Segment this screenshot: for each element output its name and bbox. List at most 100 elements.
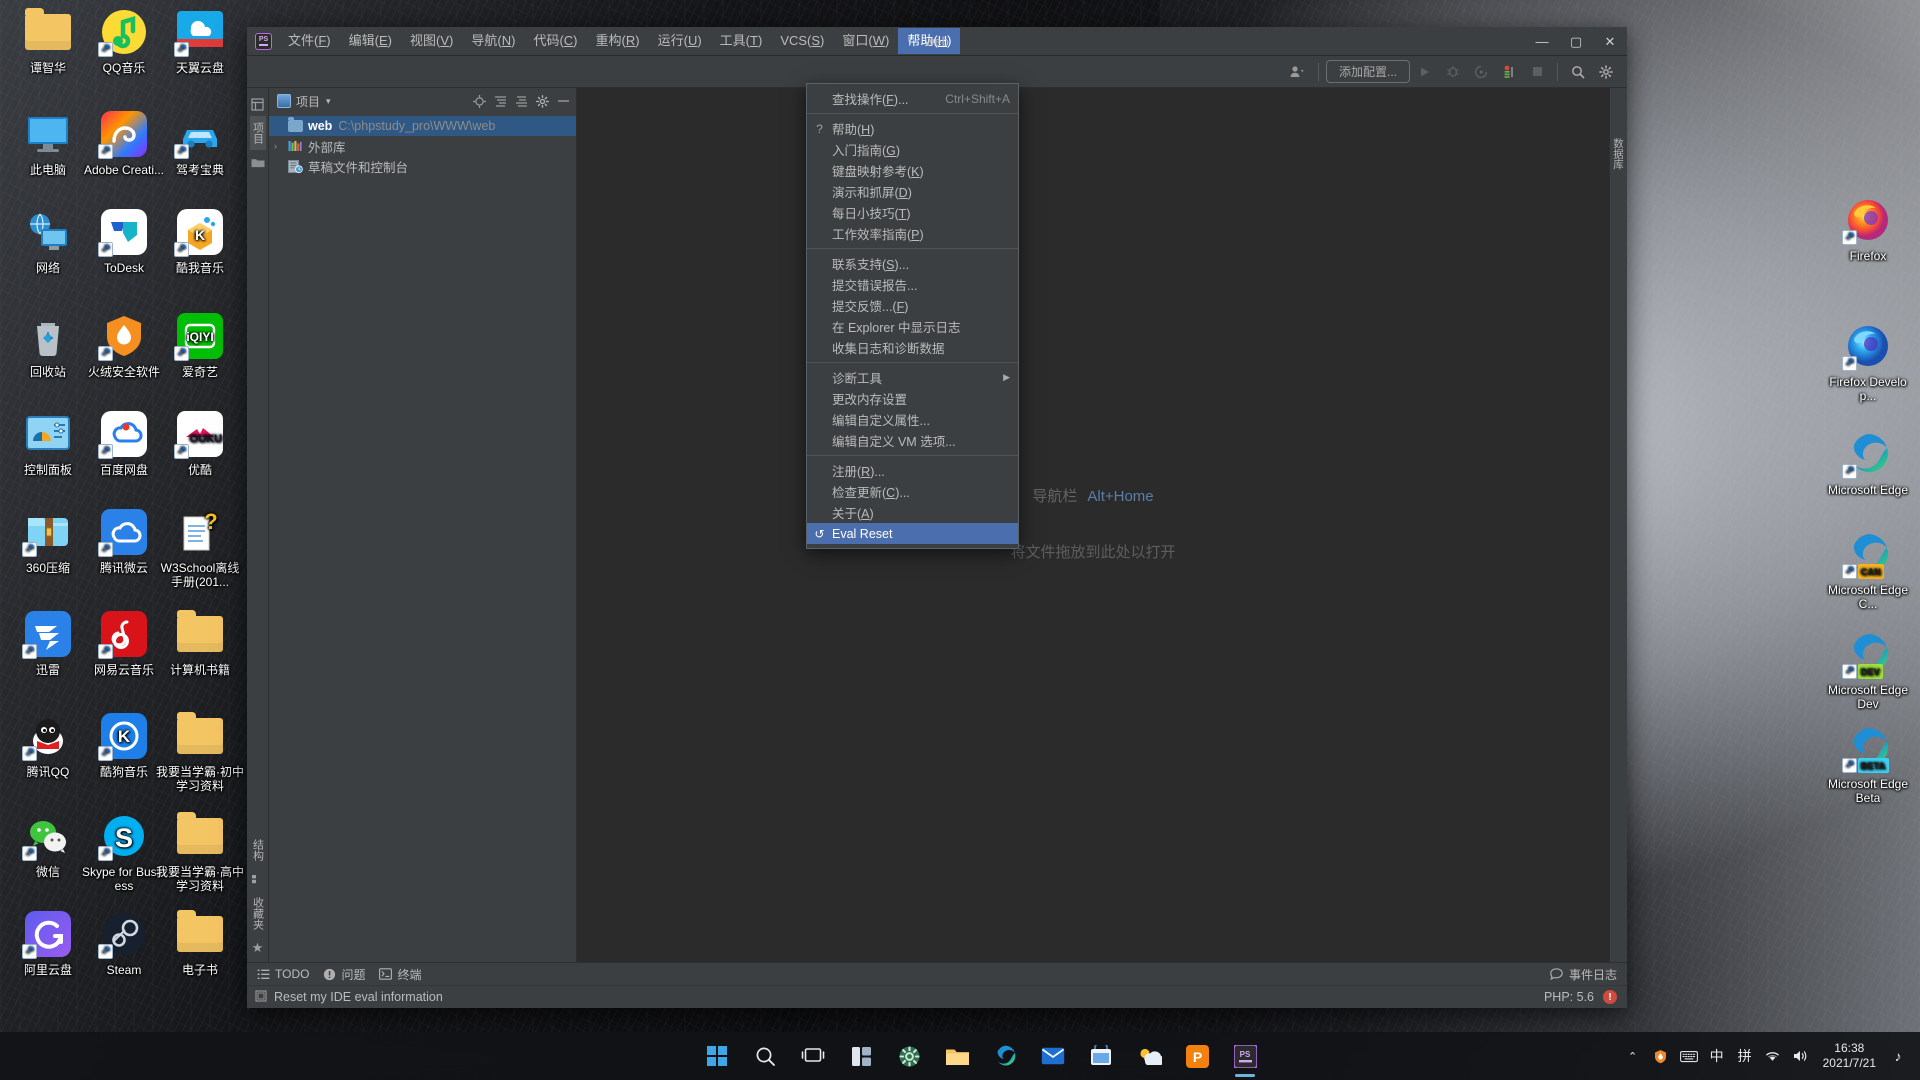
help-menu-item[interactable]: 工作效率指南(P) [807,223,1018,244]
tray-overflow-icon[interactable]: ⌃ [1619,1034,1647,1078]
desktop-icon[interactable]: ↗ 火绒安全软件 [80,312,168,379]
ime-mode-indicator[interactable]: 中 [1703,1034,1731,1078]
desktop-icon[interactable]: ? W3School离线手册(201... [156,508,244,589]
help-menu-item[interactable]: 收集日志和诊断数据 [807,337,1018,358]
desktop-icon[interactable]: K ↗ 酷狗音乐 [80,712,168,779]
error-badge[interactable]: ! [1603,990,1617,1004]
ime-pinyin-indicator[interactable]: 拼 [1731,1034,1759,1078]
menu-t[interactable]: 工具(T) [711,28,772,54]
settings-gear-icon[interactable] [1593,60,1619,84]
menu-c[interactable]: 代码(C) [524,28,586,54]
desktop-icon[interactable]: ↗ BETA Microsoft Edge Beta [1824,724,1912,805]
desktop-icon[interactable]: ↗ 腾讯微云 [80,508,168,575]
project-panel-icon[interactable] [250,96,266,112]
help-menu-item[interactable]: ↺ Eval Reset [807,523,1018,544]
profiler-button[interactable] [1496,60,1522,84]
volume-icon[interactable] [1787,1034,1815,1078]
collapse-all-icon[interactable] [491,92,509,110]
desktop-icon[interactable]: 我要当学霸·初中学习资料 [156,712,244,793]
taskbar-button-search[interactable] [743,1034,787,1078]
run-coverage-button[interactable] [1468,60,1494,84]
project-tree-row[interactable]: › 外部库 [269,136,576,156]
taskbar-button-mail[interactable] [1031,1034,1075,1078]
desktop-icon[interactable]: ↗ 阿里云盘 [4,910,92,977]
desktop-icon[interactable]: 此电脑 [4,110,92,177]
menu-u[interactable]: 运行(U) [649,28,711,54]
taskbar-clock[interactable]: 16:38 2021/7/21 [1815,1041,1884,1071]
desktop-icon[interactable]: 电子书 [156,910,244,977]
taskbar-button-phpstorm[interactable]: PS [1223,1034,1267,1078]
hide-panel-icon[interactable] [554,92,572,110]
help-menu-item[interactable]: 注册(R)... [807,460,1018,481]
scroll-from-source-icon[interactable] [470,92,488,110]
desktop-icon[interactable]: K ↗ 酷我音乐 [156,208,244,275]
desktop-icon[interactable]: ↗ ToDesk [80,208,168,275]
expand-all-icon[interactable] [512,92,530,110]
run-button[interactable] [1412,60,1438,84]
help-menu-item[interactable]: 关于(A) [807,502,1018,523]
desktop-icon[interactable]: ↗ 腾讯QQ [4,712,92,779]
desktop-icon[interactable]: ↗ QQ音乐 [80,8,168,75]
bottom-tab-todo[interactable]: TODO [255,967,321,981]
project-tree-row[interactable]: web C:\phpstudy_pro\WWW\web [269,116,576,136]
star-icon[interactable]: ★ [250,940,266,956]
desktop-icon[interactable]: ↗ Steam [80,910,168,977]
taskbar-button-file-explorer[interactable] [935,1034,979,1078]
notification-center-icon[interactable]: ♪ [1884,1034,1912,1078]
help-menu-item[interactable]: 键盘映射参考(K) [807,160,1018,181]
help-menu-item[interactable]: 提交反馈...(F) [807,295,1018,316]
desktop-icon[interactable]: ↗ 微信 [4,812,92,879]
desktop-icon[interactable]: ↗ 天翼云盘 [156,8,244,75]
menu-r[interactable]: 重构(R) [587,28,649,54]
help-menu-item[interactable]: 每日小技巧(T) [807,202,1018,223]
desktop-icon[interactable]: 谭智华 [4,8,92,75]
keyboard-icon[interactable] [1675,1034,1703,1078]
taskbar-button-phpstudy[interactable]: P [1175,1034,1219,1078]
desktop-icon[interactable]: ↗ 迅雷 [4,610,92,677]
chevron-down-icon[interactable]: ▾ [326,96,331,107]
desktop-icon[interactable]: ↗ 网易云音乐 [80,610,168,677]
menu-w[interactable]: 窗口(W) [833,28,898,54]
help-menu-item[interactable]: 演示和抓屏(D) [807,181,1018,202]
tree-expand-arrow-icon[interactable]: › [274,141,287,151]
help-menu-item[interactable]: 编辑自定义属性... [807,409,1018,430]
desktop-icon[interactable]: iQIYI ↗ 爱奇艺 [156,312,244,379]
search-everywhere-icon[interactable] [1565,60,1591,84]
taskbar-button-widgets[interactable] [839,1034,883,1078]
menu-f[interactable]: 文件(F) [279,28,340,54]
desktop-icon[interactable]: S ↗ Skype for Business [80,812,168,893]
desktop-icon[interactable]: ↗ 驾考宝典 [156,110,244,177]
desktop-icon[interactable]: 控制面板 [4,410,92,477]
help-menu-item[interactable]: ? 帮助(H) [807,118,1018,139]
help-menu-item[interactable]: 诊断工具 ▶ [807,367,1018,388]
desktop-icon[interactable]: 回收站 [4,312,92,379]
taskbar-button-store[interactable] [1079,1034,1123,1078]
editor-placeholder-area[interactable]: 导航栏 Alt+Home 将文件拖放到此处以打开 [577,88,1609,962]
menu-n[interactable]: 导航(N) [462,28,524,54]
help-menu-item[interactable]: 更改内存设置 [807,388,1018,409]
php-version-label[interactable]: PHP: 5.6 [1544,990,1594,1004]
menu-e[interactable]: 编辑(E) [340,28,401,54]
maximize-button[interactable]: ▢ [1559,27,1593,56]
help-menu-item[interactable]: 编辑自定义 VM 选项... [807,430,1018,451]
desktop-icon[interactable]: ↗ Firefox Develop... [1824,322,1912,403]
desktop-icon[interactable]: ↗ DEV Microsoft Edge Dev [1824,630,1912,711]
desktop-icon[interactable]: ↗ Microsoft Edge [1824,430,1912,497]
desktop-icon[interactable]: ↗ 360压缩 [4,508,92,575]
event-log-label[interactable]: 事件日志 [1569,966,1617,983]
desktop-icon[interactable]: ↗ Firefox [1824,196,1912,263]
bottom-tab-problems[interactable]: 问题 [321,966,377,983]
stop-button[interactable] [1524,60,1550,84]
panel-settings-gear-icon[interactable] [533,92,551,110]
project-tree-row[interactable]: 草稿文件和控制台 [269,156,576,176]
taskbar-button-settings-app[interactable] [887,1034,931,1078]
menu-s[interactable]: VCS(S) [771,28,833,54]
tool-window-tab-structure[interactable]: 结构 [250,833,266,867]
folder-strip-icon[interactable] [250,154,266,170]
user-settings-icon[interactable] [1285,60,1311,84]
help-menu-item[interactable]: 检查更新(C)... [807,481,1018,502]
huorong-tray-icon[interactable] [1647,1034,1675,1078]
desktop-icon[interactable]: ↗ CAN Microsoft Edge C... [1824,530,1912,611]
close-button[interactable]: ✕ [1593,27,1627,56]
help-menu-item[interactable]: 入门指南(G) [807,139,1018,160]
